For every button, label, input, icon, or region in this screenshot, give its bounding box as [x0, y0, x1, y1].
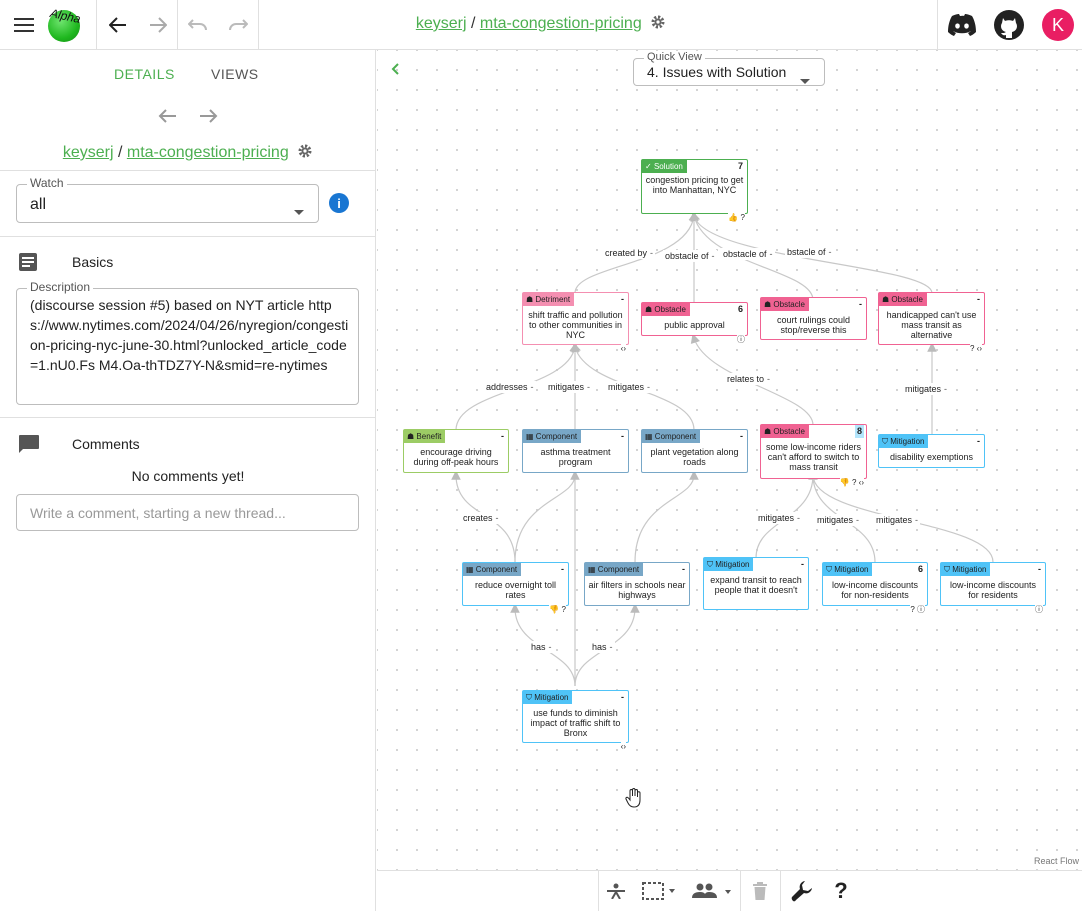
edge-label[interactable]: created by - — [603, 247, 656, 259]
node-obstacle[interactable]: ☗ Obstacle 8 some low-income riders can'… — [760, 424, 867, 487]
github-icon[interactable] — [992, 0, 1026, 50]
user-link[interactable]: keyserj — [416, 15, 467, 32]
node-type-tag: ▦ Component — [642, 430, 701, 443]
node-component[interactable]: ▦ Component - air filters in schools nea… — [584, 562, 690, 606]
top-app-bar: Alpha keyserj / mta-congestion-pricing K — [0, 0, 1082, 50]
node-benefit[interactable]: ☗ Benefit - encourage driving during off… — [403, 429, 509, 473]
edge-label[interactable]: mitigates - — [903, 383, 950, 395]
node-obstacle[interactable]: ☗ Obstacle - handicapped can't use mass … — [878, 292, 985, 353]
topic-title: keyserj / mta-congestion-pricing — [0, 14, 1082, 35]
edge-label[interactable]: has - — [529, 641, 554, 653]
user-avatar[interactable]: K — [1042, 9, 1074, 41]
edge-label[interactable]: bstacle of - — [785, 246, 834, 258]
node-type-tag: ⛉ Mitigation — [523, 691, 573, 704]
node-type-tag: ▦ Component — [463, 563, 522, 576]
node-type-tag: ☗ Benefit — [404, 430, 446, 443]
node-mitigation[interactable]: ⛉ Mitigation - expand transit to reach p… — [703, 557, 809, 610]
prev-arrow-icon[interactable] — [158, 108, 178, 129]
sidebar-topic-link[interactable]: mta-congestion-pricing — [127, 144, 289, 161]
details-panel: DETAILS VIEWS keyserj / mta-congestion-p… — [0, 50, 376, 911]
node-mitigation[interactable]: ⛉ Mitigation - use funds to diminish imp… — [522, 690, 629, 751]
node-type-tag: ✓ Solution — [642, 160, 687, 173]
sidebar-user-link[interactable]: keyserj — [63, 144, 114, 161]
edge-label[interactable]: mitigates - — [874, 514, 921, 526]
tab-details[interactable]: DETAILS — [114, 66, 175, 82]
node-type-tag: ☗ Obstacle — [761, 425, 809, 438]
node-solution[interactable]: ✓ Solution 7 congestion pricing to get i… — [641, 159, 748, 222]
node-obstacle[interactable]: ☗ Obstacle - court rulings could stop/re… — [760, 297, 867, 340]
node-type-tag: ▦ Component — [523, 430, 582, 443]
watch-value: all — [30, 196, 47, 213]
description-text: (discourse session #5) based on NYT arti… — [30, 297, 349, 373]
bottom-toolbar: ? — [377, 870, 1082, 911]
hand-cursor-icon — [625, 787, 643, 813]
discord-icon[interactable] — [945, 0, 979, 50]
wrench-icon[interactable] — [789, 879, 815, 903]
notes-icon — [19, 253, 37, 276]
comment-input-placeholder: Write a comment, starting a new thread..… — [30, 505, 286, 521]
info-icon[interactable]: i — [329, 193, 349, 213]
description-label: Description — [27, 280, 94, 294]
node-detriment[interactable]: ☗ Detriment - shift traffic and pollutio… — [522, 292, 629, 353]
edge-label[interactable]: mitigates - — [815, 514, 862, 526]
next-arrow-icon[interactable] — [198, 108, 218, 129]
edge-label[interactable]: obstacle of - — [721, 248, 775, 260]
selection-box-icon[interactable] — [640, 879, 680, 903]
node-mitigation[interactable]: ⛉ Mitigation - low-income discounts for … — [940, 562, 1046, 614]
diagram-canvas[interactable]: Quick View 4. Issues with Solution creat… — [377, 50, 1082, 870]
node-type-tag: ☗ Obstacle — [642, 303, 690, 316]
layout-icon[interactable] — [605, 879, 627, 903]
node-type-tag: ⛉ Mitigation — [941, 563, 991, 576]
edge-label[interactable]: mitigates - — [756, 512, 803, 524]
edge-label[interactable]: addresses - — [484, 381, 536, 393]
edge-label[interactable]: relates to - — [725, 373, 773, 385]
trash-icon[interactable] — [749, 879, 771, 903]
comment-input[interactable]: Write a comment, starting a new thread..… — [16, 494, 359, 531]
chevron-down-icon — [294, 202, 304, 220]
node-mitigation[interactable]: ⛉ Mitigation 6 low-income discounts for … — [822, 562, 928, 614]
react-flow-attribution[interactable]: React Flow — [1034, 856, 1079, 866]
topic-link[interactable]: mta-congestion-pricing — [480, 15, 642, 32]
basics-title: Basics — [72, 254, 114, 270]
topic-breadcrumb: keyserj / mta-congestion-pricing — [0, 143, 376, 164]
edge-label[interactable]: obstacle of - — [663, 250, 717, 262]
node-type-tag: ☗ Detriment — [523, 293, 575, 306]
edge-label[interactable]: mitigates - — [546, 381, 593, 393]
tab-views[interactable]: VIEWS — [211, 66, 259, 82]
edge-label[interactable]: has - — [590, 641, 615, 653]
node-obstacle[interactable]: ☗ Obstacle 6 public approval ⓘ — [641, 302, 748, 344]
node-type-tag: ☗ Obstacle — [761, 298, 809, 311]
comment-icon — [19, 435, 39, 458]
comments-title: Comments — [72, 436, 140, 452]
gear-icon[interactable] — [297, 143, 313, 164]
node-type-tag: ▦ Component — [585, 563, 644, 576]
node-component[interactable]: ▦ Component - asthma treatment program — [522, 429, 629, 473]
edge-label[interactable]: creates - — [461, 512, 501, 524]
node-type-tag: ⛉ Mitigation — [704, 558, 754, 571]
help-icon[interactable]: ? — [829, 878, 853, 903]
node-type-tag: ☗ Obstacle — [879, 293, 927, 306]
watch-label: Watch — [27, 176, 67, 190]
group-icon[interactable] — [690, 879, 736, 903]
node-type-tag: ⛉ Mitigation — [879, 435, 929, 448]
node-component[interactable]: ▦ Component - reduce overnight toll rate… — [462, 562, 569, 614]
gear-icon[interactable] — [650, 14, 666, 35]
no-comments-text: No comments yet! — [131, 468, 245, 484]
edge-label[interactable]: mitigates - — [606, 381, 653, 393]
node-component[interactable]: ▦ Component - plant vegetation along roa… — [641, 429, 748, 473]
node-mitigation[interactable]: ⛉ Mitigation - disability exemptions — [878, 434, 985, 468]
node-type-tag: ⛉ Mitigation — [823, 563, 873, 576]
